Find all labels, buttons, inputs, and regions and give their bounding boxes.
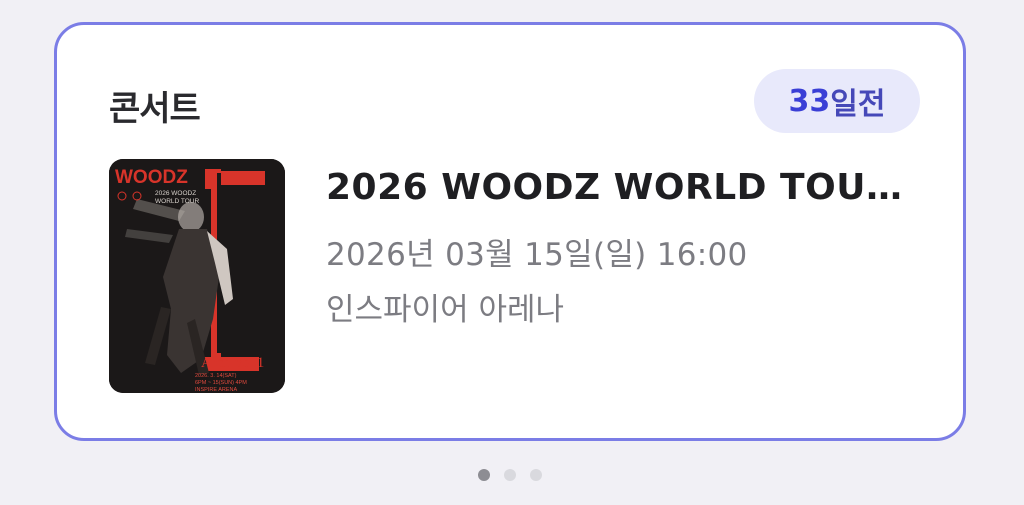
event-card[interactable]: 콘서트 33 일전 WOODZ 2026 WOODZ WORLD TOUR Arc… [54, 22, 966, 441]
dday-suffix: 일전 [830, 87, 886, 122]
poster-album: Archive. 1 [201, 355, 264, 371]
event-title[interactable]: 2026 WOODZ WORLD TOUR... [326, 167, 926, 208]
poster-brand: WOODZ [115, 167, 188, 188]
poster-headline-2: WORLD TOUR [155, 198, 199, 205]
event-datetime: 2026년 03월 15일(일) 16:00 [326, 237, 748, 273]
event-venue: 인스파이어 아레나 [326, 292, 565, 328]
dday-badge: 33 일전 [754, 69, 920, 133]
category-label: 콘서트 [109, 89, 201, 129]
pager-dot[interactable] [504, 469, 516, 481]
carousel-pager [478, 469, 542, 481]
event-poster-image[interactable]: WOODZ 2026 WOODZ WORLD TOUR Archive. 1 2… [109, 159, 285, 393]
pager-dot[interactable] [478, 469, 490, 481]
pager-dot[interactable] [530, 469, 542, 481]
poster-date-1: 2026. 3. 14(SAT) [195, 373, 237, 379]
dday-number: 33 [788, 83, 831, 119]
poster-headline-1: 2026 WOODZ [155, 190, 196, 197]
poster-date-2: 6PM ~ 15(SUN) 4PM [195, 380, 247, 386]
poster-venue: INSPIRE ARENA [195, 387, 238, 393]
